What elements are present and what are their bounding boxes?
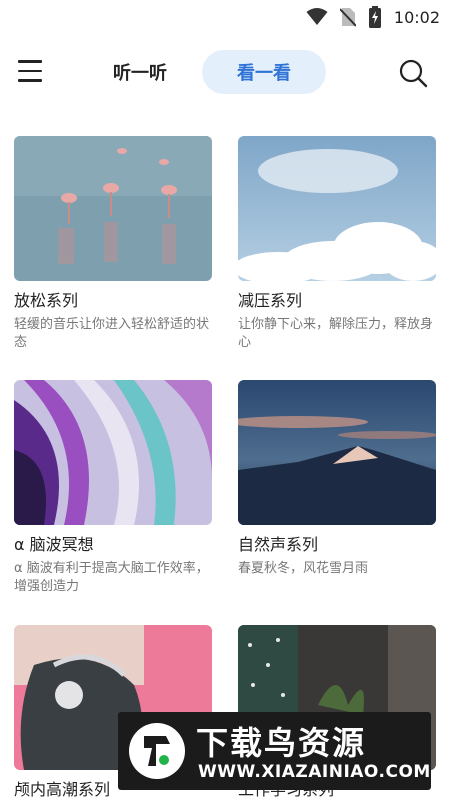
search-icon[interactable] xyxy=(398,58,428,88)
tab-listen[interactable]: 听一听 xyxy=(95,50,185,94)
status-bar: 10:02 xyxy=(0,0,450,34)
watermark-banner: 下载鸟资源 WWW.XIAZAINIAO.COM xyxy=(118,712,431,790)
watermark-title: 下载鸟资源 xyxy=(196,724,367,762)
card-nature-sound[interactable]: 自然声系列 春夏秋冬，风花雪月雨 xyxy=(238,380,436,578)
card-title: 减压系列 xyxy=(238,291,303,310)
watermark-url: WWW.XIAZAINIAO.COM xyxy=(198,762,431,782)
card-desc: 春夏秋冬，风花雪月雨 xyxy=(238,561,369,576)
card-image-flamingos xyxy=(14,136,212,281)
card-desc: α 脑波有利于提高大脑工作效率，增强创造力 xyxy=(14,561,209,594)
card-title: 放松系列 xyxy=(14,291,79,310)
tab-watch[interactable]: 看一看 xyxy=(202,50,326,94)
card-alpha-wave[interactable]: α 脑波冥想 α 脑波有利于提高大脑工作效率，增强创造力 xyxy=(14,380,212,596)
card-desc: 轻缓的音乐让你进入轻松舒适的状态 xyxy=(14,317,210,350)
top-nav: 听一听 看一看 xyxy=(0,44,450,100)
card-relax[interactable]: 放松系列 轻缓的音乐让你进入轻松舒适的状态 xyxy=(14,136,212,352)
scrolled-content-edge xyxy=(0,96,450,108)
card-image-clouds xyxy=(238,136,436,281)
menu-icon[interactable] xyxy=(18,60,44,84)
card-destress[interactable]: 减压系列 让你静下心来，解除压力，释放身心 xyxy=(238,136,436,352)
bird-logo-icon xyxy=(129,723,185,779)
status-icons: 10:02 xyxy=(306,6,440,28)
card-title: 自然声系列 xyxy=(238,535,319,554)
no-sim-icon xyxy=(339,8,356,27)
card-image-mountain xyxy=(238,380,436,525)
wifi-icon xyxy=(306,8,328,25)
card-image-fluid-art xyxy=(14,380,212,525)
card-title: α 脑波冥想 xyxy=(14,535,94,554)
card-desc: 让你静下心来，解除压力，释放身心 xyxy=(238,317,434,350)
status-time: 10:02 xyxy=(393,7,440,27)
battery-charging-icon xyxy=(368,6,381,28)
